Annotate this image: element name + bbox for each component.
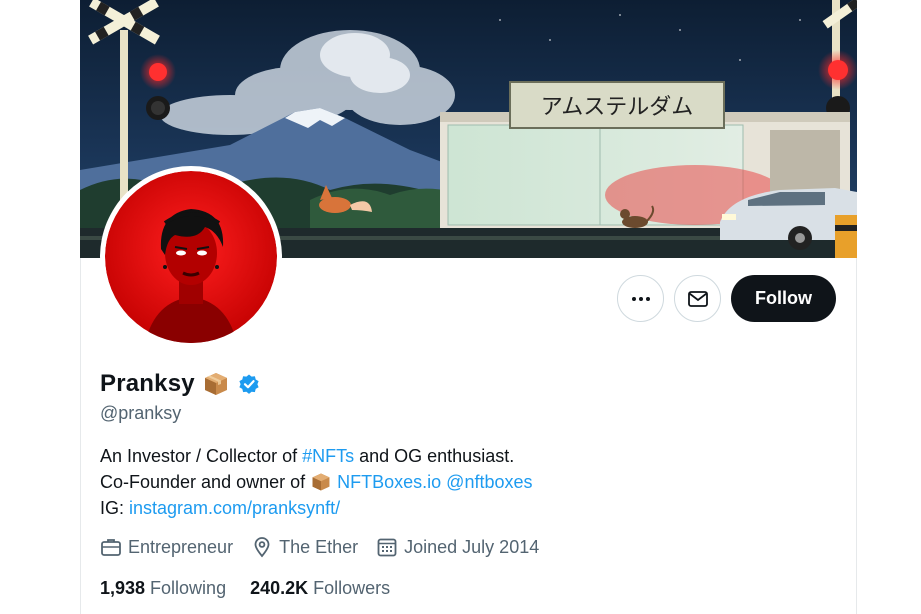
package-box-emoji bbox=[312, 473, 330, 491]
envelope-icon bbox=[687, 290, 708, 307]
profile-meta: Entrepreneur The Ether Joined July 2014 bbox=[100, 536, 539, 558]
bio-text: Co-Founder and owner of bbox=[100, 472, 306, 492]
profile-bio: An Investor / Collector of #NFTs and OG … bbox=[100, 443, 700, 521]
verified-badge-icon[interactable] bbox=[237, 372, 261, 396]
profile-joined: Joined July 2014 bbox=[376, 536, 539, 558]
follow-button[interactable]: Follow bbox=[731, 275, 836, 322]
followers-link[interactable]: 240.2K Followers bbox=[250, 578, 390, 599]
profile-handle: @pranksy bbox=[100, 403, 182, 423]
briefcase-icon bbox=[101, 539, 121, 556]
bio-line-1: An Investor / Collector of #NFTs and OG … bbox=[100, 443, 700, 469]
category-text: Entrepreneur bbox=[128, 536, 234, 557]
display-name: Pranksy bbox=[100, 370, 195, 397]
profile-category: Entrepreneur bbox=[100, 536, 233, 558]
banner-sign-text: アムステルダム bbox=[541, 95, 693, 120]
mention-link[interactable]: @nftboxes bbox=[446, 469, 532, 495]
profile-card: アムステルダム Follow Pranksy @pranksy An Inves… bbox=[80, 0, 857, 614]
bio-text: An Investor / Collector of bbox=[100, 446, 303, 466]
followers-count: 240.2K bbox=[250, 578, 314, 598]
message-button[interactable] bbox=[674, 275, 721, 322]
package-box-emoji bbox=[204, 373, 227, 395]
website-link[interactable]: NFTBoxes.io bbox=[337, 469, 441, 495]
avatar-illustration bbox=[105, 171, 277, 343]
profile-location: The Ether bbox=[251, 536, 358, 558]
instagram-link[interactable]: instagram.com/pranksynft/ bbox=[129, 495, 340, 521]
hashtag-link[interactable]: #NFTs bbox=[302, 443, 354, 469]
bio-line-3: IG: instagram.com/pranksynft/ bbox=[100, 495, 700, 521]
followers-label: Followers bbox=[313, 578, 391, 598]
location-text: The Ether bbox=[279, 536, 359, 557]
profile-name-row: Pranksy bbox=[100, 370, 261, 398]
bio-text: IG: bbox=[100, 498, 130, 518]
following-label: Following bbox=[150, 578, 227, 598]
location-pin-icon bbox=[254, 537, 270, 558]
calendar-icon bbox=[377, 538, 397, 557]
bio-line-2: Co-Founder and owner of NFTBoxes.io @nft… bbox=[100, 469, 700, 495]
bio-text: and OG enthusiast. bbox=[354, 446, 515, 466]
follow-stats: 1,938 Following 240.2K Followers bbox=[100, 578, 390, 599]
joined-text: Joined July 2014 bbox=[404, 536, 540, 557]
profile-avatar[interactable] bbox=[100, 166, 282, 348]
more-options-button[interactable] bbox=[617, 275, 664, 322]
following-link[interactable]: 1,938 Following bbox=[100, 578, 226, 599]
following-count: 1,938 bbox=[100, 578, 151, 598]
ellipsis-icon bbox=[631, 296, 650, 301]
